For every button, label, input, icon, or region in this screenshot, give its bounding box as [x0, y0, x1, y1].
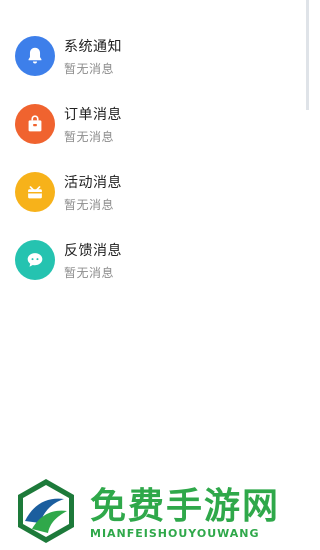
activity-messages-avatar	[15, 172, 55, 212]
chat-bubble-icon	[27, 253, 43, 267]
watermark-site-domain: MIANFEISHOUYOUWANG	[90, 527, 260, 540]
right-edge-divider	[306, 0, 309, 110]
list-item-subtitle: 暂无消息	[64, 198, 115, 212]
gift-icon	[28, 186, 42, 199]
list-item-order-messages[interactable]: 订单消息 暂无消息	[0, 90, 300, 158]
list-item-feedback-messages[interactable]: 反馈消息 暂无消息	[0, 226, 300, 294]
watermark-logo-icon	[18, 479, 74, 543]
list-item-title: 系统通知	[64, 39, 122, 55]
watermark-site-name: 免费手游网	[90, 486, 281, 527]
bell-icon	[28, 47, 42, 64]
message-category-list: 系统通知 暂无消息 订单消息 暂无消息 活动消息 暂无消息 反馈消息 暂无消息	[0, 22, 300, 294]
list-item-subtitle: 暂无消息	[64, 62, 115, 76]
system-notice-avatar	[15, 36, 55, 76]
list-item-system-notice[interactable]: 系统通知 暂无消息	[0, 22, 300, 90]
order-messages-avatar	[15, 104, 55, 144]
bag-icon	[28, 115, 42, 132]
watermark: 免费手游网 MIANFEISHOUYOUWANG	[12, 475, 304, 547]
list-item-title: 订单消息	[64, 107, 122, 123]
list-item-subtitle: 暂无消息	[64, 130, 115, 144]
list-item-title: 反馈消息	[64, 243, 122, 259]
list-item-activity-messages[interactable]: 活动消息 暂无消息	[0, 158, 300, 226]
feedback-messages-avatar	[15, 240, 55, 280]
list-item-title: 活动消息	[64, 175, 122, 191]
list-item-subtitle: 暂无消息	[64, 266, 115, 280]
